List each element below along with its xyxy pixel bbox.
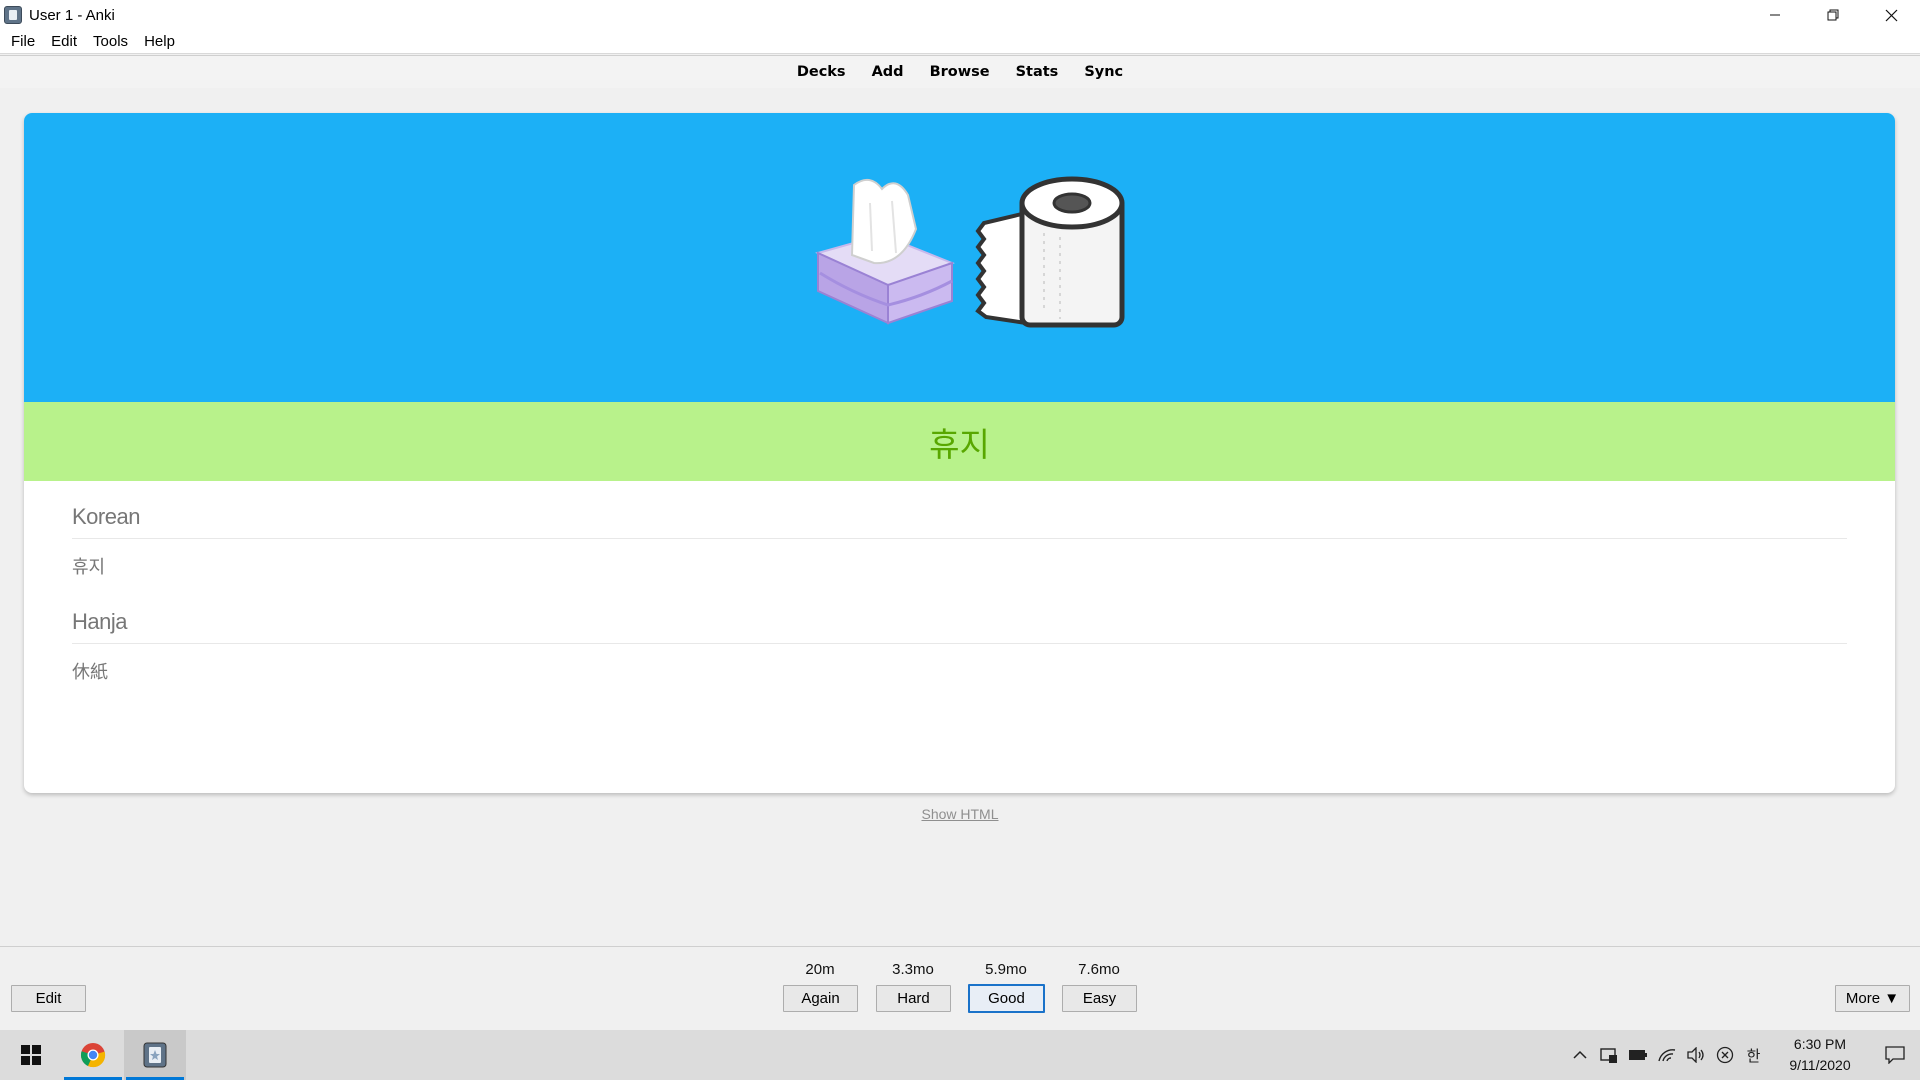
clock-date: 9/11/2020 — [1789, 1057, 1851, 1073]
title-bar: User 1 - Anki — [0, 0, 1920, 30]
toolbar-decks[interactable]: Decks — [784, 64, 859, 80]
notification-icon — [1885, 1046, 1905, 1064]
ease-again: 20m — [782, 959, 858, 981]
ease-hard: 3.3mo — [875, 959, 951, 981]
clock[interactable]: 6:30 PM 9/11/2020 — [1770, 1034, 1870, 1076]
ease-easy: 7.6mo — [1061, 959, 1137, 981]
anki-icon — [4, 6, 22, 24]
menu-file[interactable]: File — [3, 33, 43, 50]
chrome-icon — [80, 1043, 106, 1068]
field-value-korean: 휴지 — [72, 557, 106, 578]
start-button[interactable] — [0, 1030, 62, 1080]
minimize-icon — [1770, 14, 1780, 16]
card-fields: Korean 휴지 Hanja 休紙 — [24, 481, 1895, 714]
minimize-button[interactable] — [1746, 0, 1804, 30]
system-tray: 한 6:30 PM 9/11/2020 — [1565, 1030, 1920, 1080]
card-image-band — [24, 113, 1895, 402]
review-card: 휴지 Korean 휴지 Hanja 休紙 — [24, 113, 1895, 793]
toolbar-browse[interactable]: Browse — [917, 64, 1003, 80]
toolbar-sync[interactable]: Sync — [1071, 64, 1136, 80]
again-button[interactable]: Again — [783, 985, 858, 1012]
field-label-hanja: Hanja — [72, 609, 1847, 644]
close-button[interactable] — [1862, 0, 1920, 30]
notification-button[interactable] — [1870, 1030, 1920, 1080]
restore-button[interactable] — [1804, 0, 1862, 30]
ease-time-again: 20m — [805, 961, 835, 978]
easy-button[interactable]: Easy — [1062, 985, 1137, 1012]
ime-icon[interactable]: 한 — [1739, 1030, 1768, 1080]
start-icon — [21, 1045, 41, 1065]
answer-bar: Edit 20m Again 3.3mo Hard 5.9mo Good 7.6… — [0, 946, 1920, 1028]
taskbar-anki[interactable] — [124, 1030, 186, 1080]
menu-edit[interactable]: Edit — [43, 33, 85, 50]
card-illustration — [815, 176, 1125, 328]
edit-button[interactable]: Edit — [11, 985, 86, 1012]
window-title: User 1 - Anki — [29, 6, 115, 24]
good-button[interactable]: Good — [968, 984, 1045, 1013]
anki-icon — [143, 1042, 167, 1068]
more-button[interactable]: More ▼ — [1835, 985, 1910, 1012]
clock-time: 6:30 PM — [1793, 1036, 1847, 1052]
word-band: 휴지 — [24, 402, 1895, 481]
ease-time-good: 5.9mo — [985, 961, 1027, 978]
window-controls — [1746, 0, 1920, 30]
show-html-link[interactable]: Show HTML — [0, 806, 1920, 822]
close-icon — [1885, 9, 1897, 21]
chevron-up-icon[interactable] — [1565, 1030, 1594, 1080]
security-icon[interactable] — [1594, 1030, 1623, 1080]
toolbar-add[interactable]: Add — [859, 64, 917, 80]
field-label-korean: Korean — [72, 504, 1847, 539]
card-word: 휴지 — [929, 424, 990, 464]
menu-tools[interactable]: Tools — [85, 33, 136, 50]
battery-icon[interactable] — [1623, 1030, 1652, 1080]
ease-time-hard: 3.3mo — [892, 961, 934, 978]
restore-icon — [1827, 9, 1839, 21]
hard-button[interactable]: Hard — [876, 985, 951, 1012]
menu-help[interactable]: Help — [136, 33, 183, 50]
main-toolbar: Decks Add Browse Stats Sync — [0, 55, 1920, 88]
ease-good: 5.9mo — [968, 959, 1044, 981]
wifi-icon[interactable] — [1652, 1030, 1681, 1080]
field-value-hanja: 休紙 — [72, 662, 108, 683]
volume-icon[interactable] — [1681, 1030, 1710, 1080]
taskbar-chrome[interactable] — [62, 1030, 124, 1080]
menu-bar: File Edit Tools Help — [0, 30, 1920, 54]
ease-time-easy: 7.6mo — [1078, 961, 1120, 978]
ime-label: 한 — [1746, 1046, 1761, 1065]
taskbar: 한 6:30 PM 9/11/2020 — [0, 1030, 1920, 1080]
network-x-icon[interactable] — [1710, 1030, 1739, 1080]
tissue-box-icon — [815, 178, 955, 325]
toilet-paper-icon — [975, 176, 1125, 328]
toolbar-stats[interactable]: Stats — [1003, 64, 1072, 80]
